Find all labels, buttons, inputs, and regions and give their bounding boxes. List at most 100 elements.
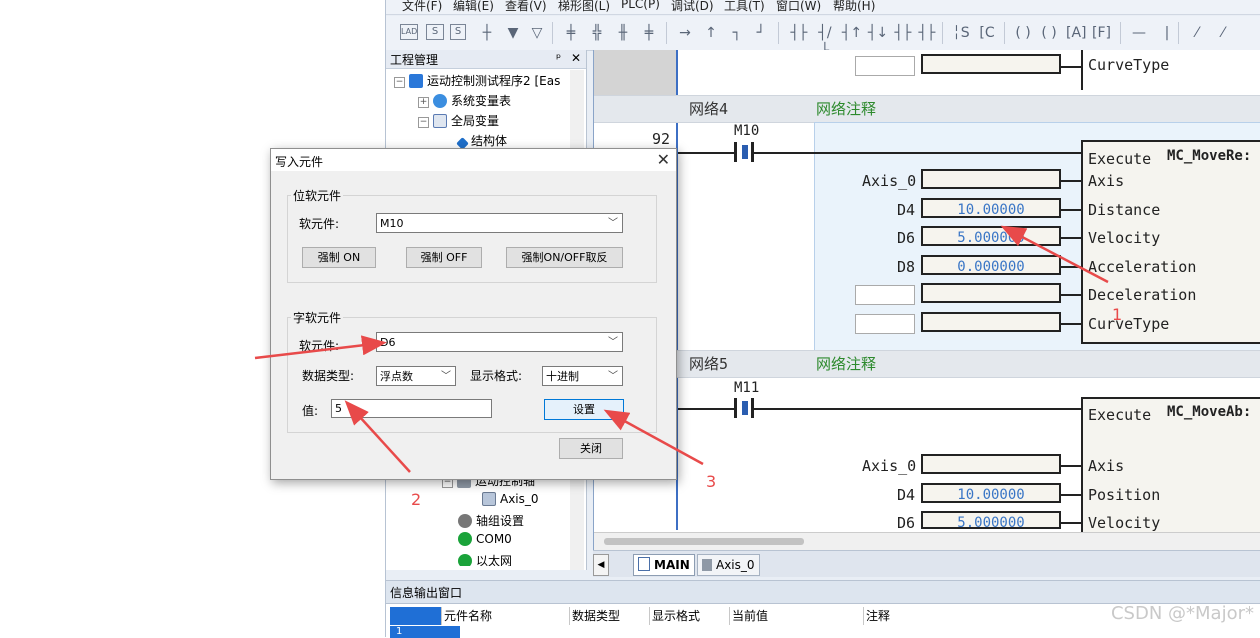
ctrl-icon[interactable]: [C — [978, 24, 996, 42]
menu-file[interactable]: 文件(F) — [402, 0, 442, 14]
value-box[interactable]: 5.000000 — [921, 226, 1061, 246]
value-box[interactable]: 0.000000 — [921, 255, 1061, 275]
dialog-titlebar: 写入元件 ✕ — [271, 149, 676, 171]
tree-item-system-vars[interactable]: + 系统变量表 — [418, 92, 511, 109]
value-box[interactable]: 10.00000 — [921, 198, 1061, 218]
value-box[interactable]: 5.000000 — [921, 511, 1061, 531]
tree-item-project[interactable]: − 运动控制测试程序2 [Eas — [394, 72, 560, 89]
menu-view[interactable]: 查看(V) — [505, 0, 547, 14]
parallel-contact-icon[interactable]: ┤├ — [894, 24, 912, 42]
tab-axis0[interactable]: Axis_0 — [697, 554, 760, 576]
value-box[interactable] — [921, 283, 1061, 303]
arrow-down-icon[interactable]: ▼ — [504, 24, 522, 42]
st-icon[interactable]: S — [450, 24, 466, 40]
nc-contact-icon[interactable]: ┤/├ — [816, 24, 834, 59]
col-value[interactable]: 当前值 — [730, 607, 864, 625]
vline-icon[interactable]: ↑ — [702, 24, 720, 42]
tab-main[interactable]: MAIN — [633, 554, 695, 576]
tree-item-label: 结构体 — [471, 134, 508, 148]
menu-window[interactable]: 窗口(W) — [776, 0, 821, 14]
corner-icon[interactable]: ┐ — [728, 24, 746, 42]
value-box[interactable]: 10.00000 — [921, 483, 1061, 503]
menu-plc[interactable]: PLC(P) — [621, 0, 660, 11]
force-off-button[interactable]: 强制 OFF — [406, 247, 482, 268]
diagonal-icon[interactable]: ⁄ — [1188, 24, 1206, 42]
func-f-icon[interactable]: [F] — [1092, 24, 1111, 42]
bit-device-combo[interactable]: M10 ﹀ — [376, 213, 623, 233]
set-icon[interactable]: ╎S — [952, 24, 970, 42]
collapse-icon[interactable]: − — [418, 117, 429, 128]
menu-debug[interactable]: 调试(D) — [671, 0, 714, 14]
set-button[interactable]: 设置 — [544, 399, 624, 420]
display-format-combo[interactable]: 十进制 ﹀ — [542, 366, 623, 386]
no-contact-icon[interactable]: ┤├ — [790, 24, 808, 42]
tree-item-global-vars[interactable]: − 全局变量 — [418, 112, 499, 129]
value-box[interactable] — [921, 312, 1061, 332]
col-name[interactable]: 元件名称 — [442, 607, 570, 625]
col-format[interactable]: 显示格式 — [650, 607, 730, 625]
func-a-icon[interactable]: [A] — [1066, 24, 1087, 42]
force-on-button[interactable]: 强制 ON — [302, 247, 376, 268]
selected-cell[interactable] — [442, 626, 460, 638]
value-box[interactable] — [921, 169, 1061, 189]
col-type[interactable]: 数据类型 — [570, 607, 650, 625]
tree-item-axis-group[interactable]: 轴组设置 — [458, 512, 524, 529]
value-box[interactable] — [921, 454, 1061, 474]
menu-edit[interactable]: 编辑(E) — [453, 0, 494, 14]
tree-item-ethernet[interactable]: 以太网 — [458, 552, 512, 566]
close-icon[interactable]: ✕ — [571, 51, 581, 65]
coil-icon[interactable]: ( ) — [1014, 24, 1032, 42]
scroll-left-icon[interactable]: ◀ — [593, 554, 609, 576]
menu-tools[interactable]: 工具(T) — [724, 0, 765, 14]
network-comment[interactable]: 网络注释 — [816, 353, 876, 374]
var-label: D8 — [897, 258, 916, 276]
menu-help[interactable]: 帮助(H) — [833, 0, 875, 14]
sfc-icon[interactable]: S — [426, 24, 444, 40]
close-button[interactable]: 关闭 — [559, 438, 623, 459]
insert-contact-icon[interactable]: ┼ — [478, 24, 496, 42]
value-box[interactable] — [921, 54, 1061, 74]
word-device-combo[interactable]: D6 ﹀ — [376, 332, 623, 352]
pin-icon[interactable]: ᵖ — [556, 51, 561, 65]
tree-item-struct[interactable]: 结构体 — [456, 132, 508, 150]
empty-var-box[interactable] — [855, 285, 915, 305]
arrow-down-outline-icon[interactable]: ▽ — [528, 24, 546, 42]
menu-ladder[interactable]: 梯形图(L) — [558, 0, 610, 14]
branch-delete-icon[interactable]: ╫ — [614, 24, 632, 42]
branch-row-icon[interactable]: ╪ — [640, 24, 658, 42]
row-selector[interactable] — [390, 607, 442, 625]
close-icon[interactable]: ✕ — [657, 150, 670, 169]
value-input[interactable]: 5 — [331, 399, 492, 418]
pipe-icon[interactable]: | — [1158, 24, 1176, 42]
expand-icon[interactable]: + — [418, 97, 429, 108]
empty-var-box[interactable] — [855, 56, 915, 76]
empty-var-box[interactable] — [855, 314, 915, 334]
editor-hscrollbar[interactable] — [594, 532, 1260, 551]
dash-icon[interactable]: — — [1130, 24, 1148, 42]
row-number[interactable]: 1 — [390, 626, 442, 638]
parallel-nc-icon[interactable]: ┤├ — [918, 24, 936, 42]
write-device-dialog: 写入元件 ✕ 位软元件 软元件: M10 ﹀ 强制 ON 强制 OFF 强制ON/… — [270, 148, 677, 480]
pos-edge-icon[interactable]: ┤↑ — [842, 24, 862, 42]
network-comment[interactable]: 网络注释 — [816, 98, 876, 119]
coil2-icon[interactable]: ( ) — [1040, 24, 1058, 42]
branch-icon[interactable]: ╪ — [562, 24, 580, 42]
diagonal2-icon[interactable]: ⁄ — [1214, 24, 1232, 42]
hline-icon[interactable]: → — [676, 24, 694, 42]
neg-edge-icon[interactable]: ┤↓ — [868, 24, 888, 42]
collapse-icon[interactable]: − — [394, 77, 405, 88]
tree-item-axis0[interactable]: Axis_0 — [482, 492, 539, 506]
tab-label: Axis_0 — [716, 558, 755, 572]
pos-edge-contact[interactable] — [734, 398, 754, 418]
branch-add-icon[interactable]: ╬ — [588, 24, 606, 42]
tree-item-com0[interactable]: COM0 — [458, 532, 512, 546]
menu-bar: 文件(F) 编辑(E) 查看(V) 梯形图(L) PLC(P) 调试(D) 工具… — [386, 0, 1260, 15]
display-format-label: 显示格式: — [470, 369, 523, 383]
chevron-down-icon: ﹀ — [608, 371, 618, 382]
force-toggle-button[interactable]: 强制ON/OFF取反 — [506, 247, 623, 268]
corner2-icon[interactable]: ┘ — [752, 24, 770, 42]
data-type-combo[interactable]: 浮点数 ﹀ — [376, 366, 456, 386]
pos-edge-contact[interactable] — [734, 142, 754, 162]
lad-icon[interactable]: LAD — [400, 24, 418, 40]
output-window-title: 信息输出窗口 — [390, 586, 463, 600]
